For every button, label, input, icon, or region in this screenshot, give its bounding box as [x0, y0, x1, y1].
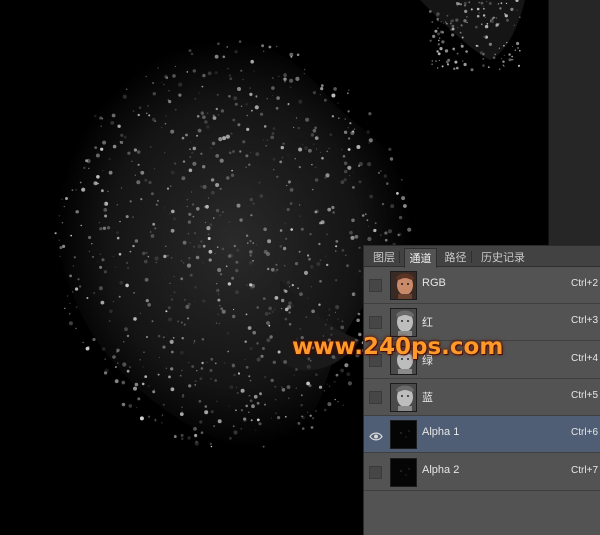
- channel-thumbnail: [390, 457, 417, 487]
- eye-icon[interactable]: [369, 428, 383, 441]
- visibility-toggle[interactable]: [369, 316, 382, 330]
- channel-shortcut: Ctrl+2: [571, 278, 598, 289]
- channel-thumbnail: [390, 308, 417, 338]
- channel-shortcut: Ctrl+6: [571, 427, 598, 439]
- channel-name: 红: [422, 317, 433, 330]
- tab-history[interactable]: 历史记录: [474, 248, 532, 267]
- visibility-toggle[interactable]: [369, 279, 382, 292]
- channel-row[interactable]: RGB Ctrl+2: [364, 267, 600, 304]
- visibility-toggle[interactable]: [369, 390, 382, 404]
- tab-layers[interactable]: 图层: [368, 248, 400, 267]
- tab-paths[interactable]: 路径: [439, 248, 472, 267]
- visibility-toggle[interactable]: [369, 465, 382, 479]
- channel-name: RGB: [422, 277, 446, 289]
- channel-name: 蓝: [422, 391, 433, 404]
- channels-panel: 图层 通道 路径 历史记录 RGB Ctrl+2 红 Ctrl+3 绿 Ctrl+4 蓝 Ct…: [363, 245, 600, 535]
- canvas-scroll-edge: [548, 0, 600, 245]
- channel-thumbnail: [390, 382, 417, 412]
- channel-thumbnail: [390, 420, 417, 450]
- channel-shortcut: Ctrl+3: [571, 315, 598, 327]
- channel-thumbnail: [390, 345, 417, 375]
- tab-channels[interactable]: 通道: [404, 248, 437, 268]
- channel-row[interactable]: 绿 Ctrl+4: [364, 342, 600, 379]
- channel-shortcut: Ctrl+5: [571, 389, 598, 401]
- channel-thumbnail: [390, 271, 417, 300]
- channel-shortcut: Ctrl+7: [571, 464, 598, 476]
- channel-name: Alpha 2: [422, 463, 460, 476]
- channel-name: Alpha 1: [422, 426, 460, 439]
- channel-row[interactable]: 蓝 Ctrl+5: [364, 379, 600, 416]
- channel-row[interactable]: 红 Ctrl+3: [364, 304, 600, 342]
- channel-row[interactable]: Alpha 2 Ctrl+7: [364, 454, 600, 491]
- channel-row[interactable]: Alpha 1 Ctrl+6: [364, 416, 600, 454]
- panel-tab-bar: 图层 通道 路径 历史记录: [364, 246, 600, 268]
- channel-shortcut: Ctrl+4: [571, 352, 598, 364]
- visibility-toggle[interactable]: [369, 353, 382, 367]
- channel-name: 绿: [422, 354, 433, 367]
